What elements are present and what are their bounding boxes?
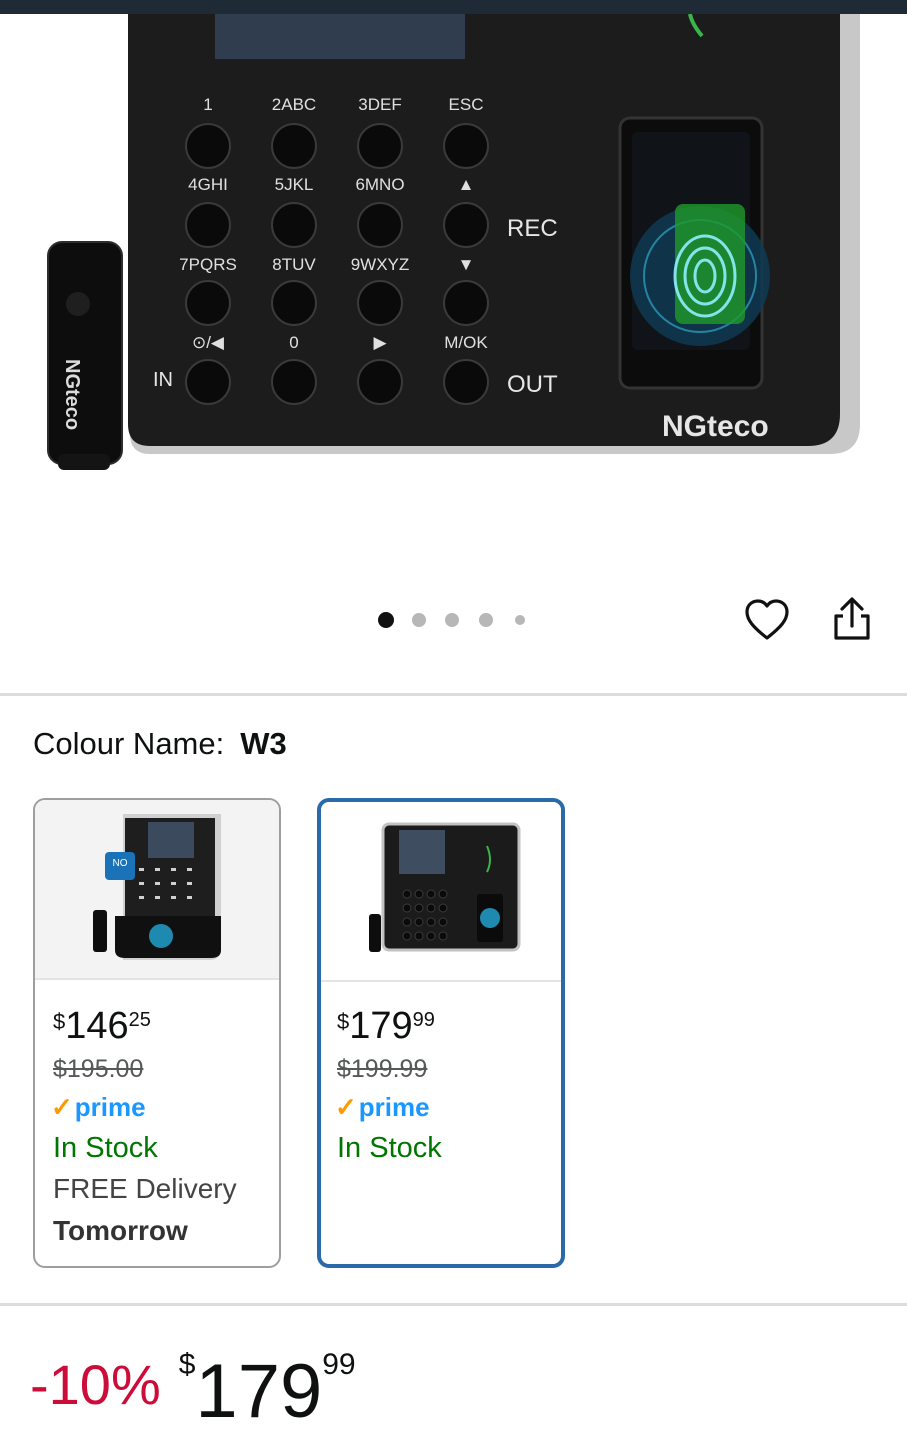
product-image[interactable]: 1 2ABC 3DEF ESC 4GHI 5JKL 6MNO ▲ 7PQRS 8… (0, 14, 907, 584)
key-label: 9WXYZ (351, 255, 410, 274)
variant-price: $17999 (337, 1005, 435, 1047)
key-label: 4GHI (188, 175, 228, 194)
key-label: 5JKL (275, 175, 314, 194)
key-label: 1 (203, 95, 212, 114)
wishlist-button[interactable] (741, 594, 793, 646)
carousel-dot[interactable] (445, 613, 459, 627)
divider (0, 693, 907, 696)
key-label: M/OK (444, 333, 488, 352)
key-label: ▲ (458, 175, 475, 194)
key-label: 3DEF (358, 95, 401, 114)
share-button[interactable] (826, 594, 878, 646)
list-price: $195.00 (53, 1055, 144, 1083)
variant-card[interactable]: NO $14625 $195.00 ✓prime In Stock FREE D… (33, 798, 281, 1268)
stock-status: In Stock (53, 1132, 158, 1164)
prime-check-icon: ✓ (335, 1092, 357, 1122)
variant-price: $14625 (53, 1005, 151, 1047)
variant-card-selected[interactable]: $17999 $199.99 ✓prime In Stock (317, 798, 565, 1268)
usb-logo: NGteco (61, 359, 83, 430)
key-label: 8TUV (272, 255, 316, 274)
colour-value: W3 (240, 726, 287, 761)
carousel-dot[interactable] (515, 615, 525, 625)
divider (0, 1303, 907, 1306)
currency-symbol: $ (178, 1348, 196, 1381)
key-label: ESC (449, 95, 484, 114)
list-price: $199.99 (337, 1055, 428, 1083)
carousel-dot[interactable] (412, 613, 426, 627)
prime-badge: ✓prime (51, 1092, 146, 1122)
price-whole: 179 (195, 1349, 323, 1434)
share-icon (834, 597, 870, 640)
carousel-dot[interactable] (378, 612, 394, 628)
colour-label: Colour Name: (33, 726, 225, 761)
delivery-day: Tomorrow (53, 1215, 188, 1246)
in-label: IN (153, 369, 173, 391)
key-label: ▶ (373, 333, 387, 352)
discount-percent: -10% (30, 1353, 161, 1416)
carousel-dot[interactable] (479, 613, 493, 627)
out-label: OUT (507, 371, 558, 398)
carousel-indicator[interactable] (372, 608, 542, 632)
key-label: 2ABC (272, 95, 316, 114)
thumb-badge: NO (113, 858, 128, 869)
prime-badge: ✓prime (335, 1092, 430, 1122)
price-block: -10% $17999 (30, 1348, 356, 1435)
stock-status: In Stock (337, 1132, 442, 1164)
variant-thumbnail (321, 802, 561, 982)
key-label: ▼ (458, 255, 475, 274)
brand-logo: NGteco (662, 410, 769, 443)
price-fraction: 99 (322, 1348, 356, 1381)
key-label: ⊙/◀ (192, 333, 225, 352)
key-label: 6MNO (355, 175, 404, 194)
key-label: 0 (289, 333, 298, 352)
colour-name-row: Colour Name: W3 (33, 726, 287, 762)
key-label: 7PQRS (179, 255, 237, 274)
heart-icon (745, 599, 789, 640)
prime-check-icon: ✓ (51, 1092, 73, 1122)
variant-thumbnail: NO (35, 800, 279, 980)
delivery-text: FREE Delivery (53, 1173, 237, 1204)
status-bar (0, 0, 907, 14)
rec-label: REC (507, 215, 558, 242)
time-clock-device-image: 1 2ABC 3DEF ESC 4GHI 5JKL 6MNO ▲ 7PQRS 8… (47, 14, 860, 470)
